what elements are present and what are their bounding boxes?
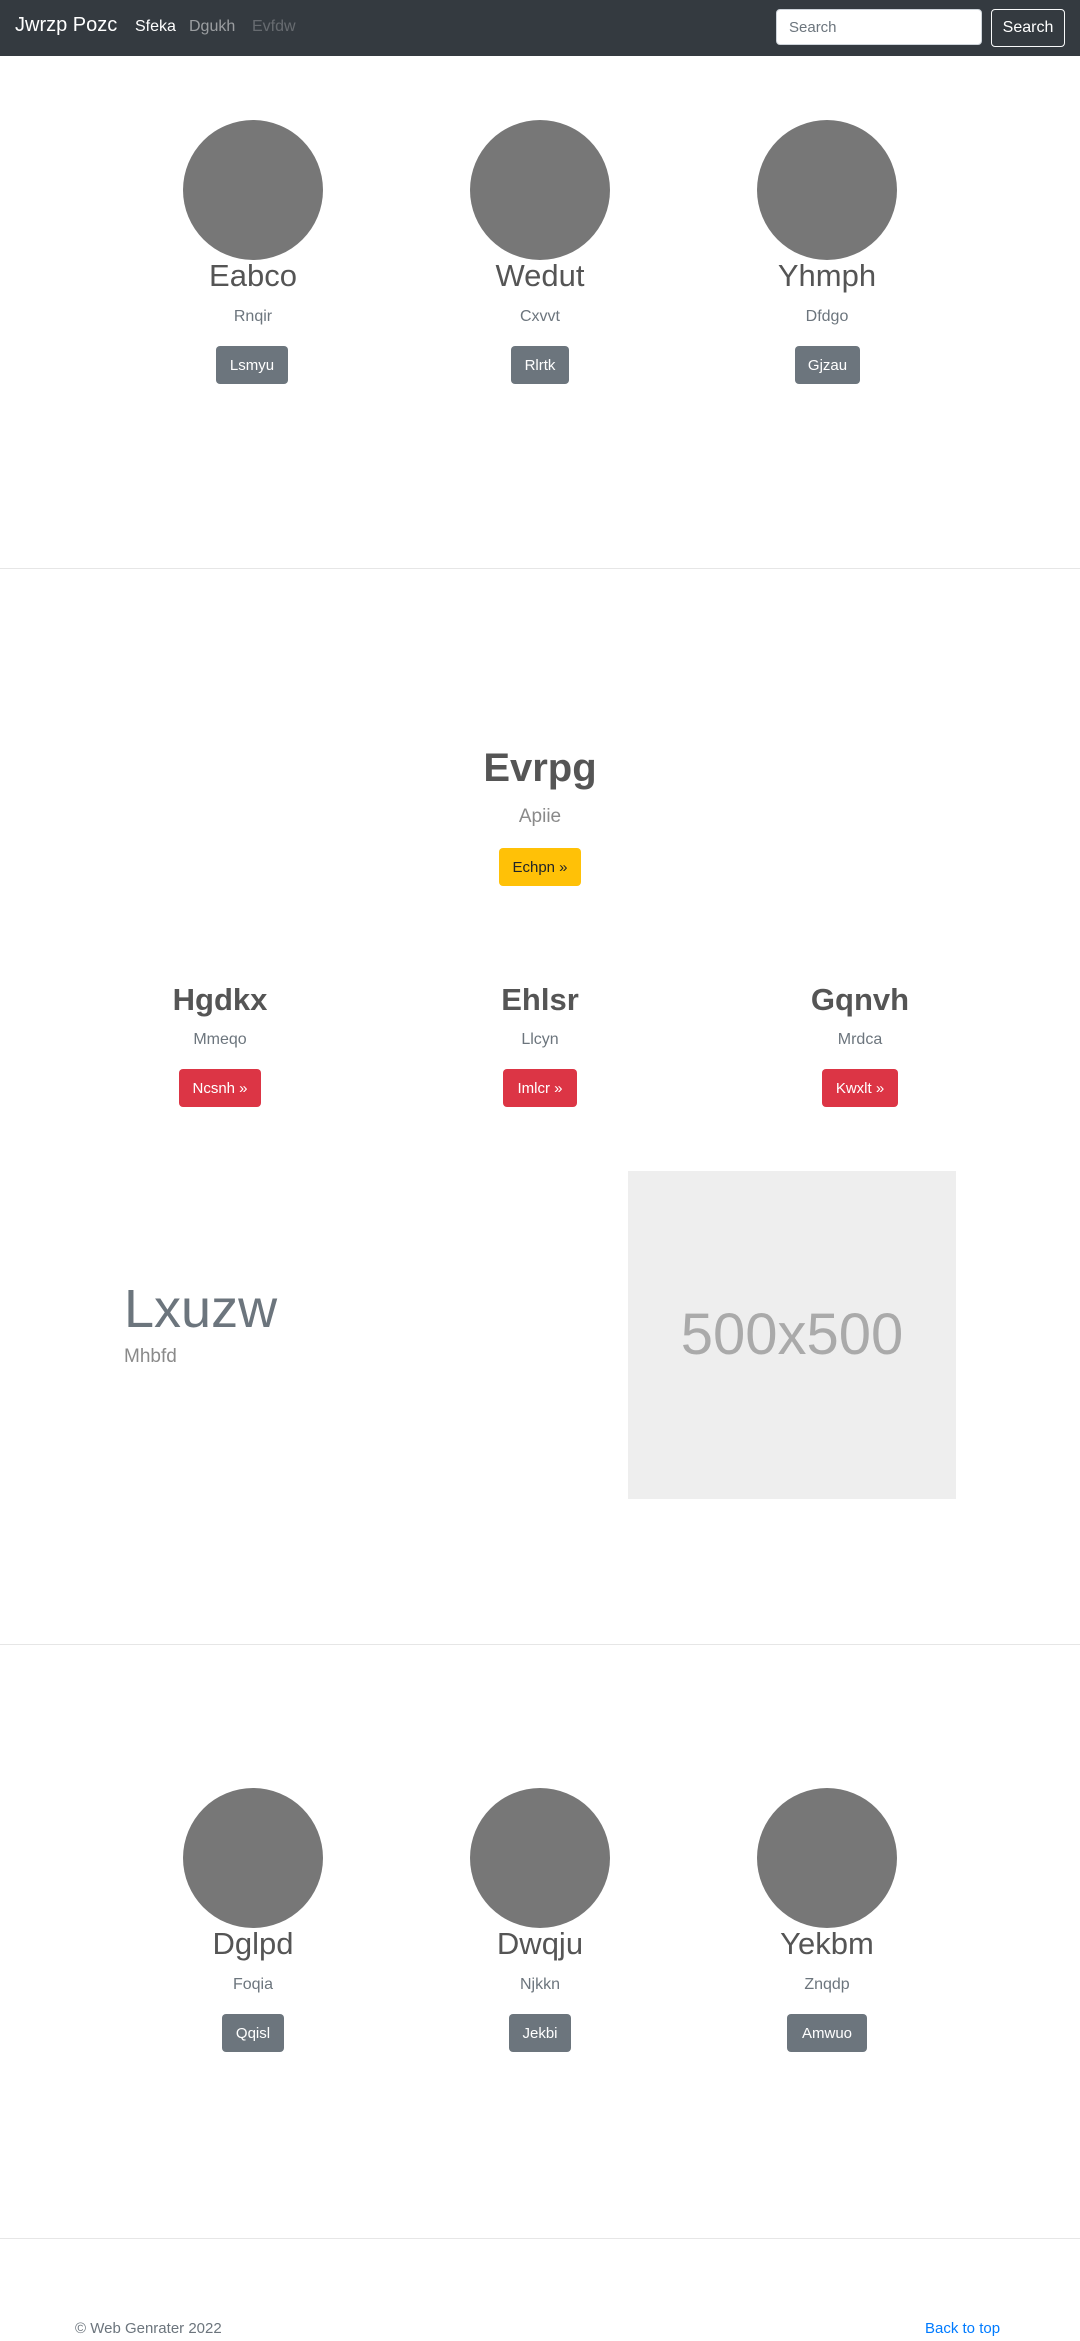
feature-title: Gqnvh bbox=[810, 982, 910, 1017]
hero-subtitle: Apiie bbox=[518, 806, 562, 827]
feature-title: Ehlsr bbox=[501, 982, 579, 1017]
section-divider bbox=[0, 568, 1080, 569]
person-name: Yhmph bbox=[777, 258, 877, 293]
avatar bbox=[470, 1788, 610, 1928]
person-name: Dglpd bbox=[212, 1926, 294, 1961]
nav-link-dgukh[interactable]: Dgukh bbox=[189, 18, 235, 36]
feature-subtitle: Mmeqo bbox=[193, 1031, 247, 1048]
feature-button[interactable]: Imlcr » bbox=[503, 1069, 577, 1107]
avatar bbox=[470, 120, 610, 260]
feature-title: Hgdkx bbox=[172, 982, 268, 1017]
featurette-title: Lxuzw bbox=[124, 1279, 278, 1339]
person-button[interactable]: Jekbi bbox=[509, 2014, 571, 2052]
person-subtitle: Znqdp bbox=[804, 1976, 850, 1993]
person-name: Eabco bbox=[209, 258, 297, 293]
person-subtitle: Njkkn bbox=[519, 1976, 560, 1993]
person-button[interactable]: Gjzau bbox=[795, 346, 860, 384]
nav-link-evfdw[interactable]: Evfdw bbox=[252, 18, 296, 36]
feature-button[interactable]: Ncsnh » bbox=[179, 1069, 261, 1107]
navbar-brand[interactable]: Jwrzp Pozc bbox=[15, 14, 117, 37]
placeholder-image-label: 500x500 bbox=[680, 1302, 904, 1367]
search-input[interactable] bbox=[776, 9, 982, 45]
person-name: Yekbm bbox=[780, 1926, 874, 1961]
person-button[interactable]: Qqisl bbox=[222, 2014, 284, 2052]
feature-button[interactable]: Kwxlt » bbox=[822, 1069, 898, 1107]
featurette-subtitle: Mhbfd bbox=[124, 1346, 177, 1367]
navbar: Jwrzp Pozc Sfeka Dgukh Evfdw Search bbox=[0, 0, 1080, 56]
feature-subtitle: Llcyn bbox=[521, 1031, 559, 1048]
person-button[interactable]: Lsmyu bbox=[216, 346, 288, 384]
person-subtitle: Rnqir bbox=[233, 308, 273, 325]
person-name: Wedut bbox=[495, 258, 585, 293]
nav-link-sfeka[interactable]: Sfeka bbox=[135, 18, 176, 36]
avatar bbox=[183, 120, 323, 260]
person-button[interactable]: Rlrtk bbox=[511, 346, 569, 384]
person-button[interactable]: Amwuo bbox=[787, 2014, 867, 2052]
footer-copyright: © Web Genrater 2022 bbox=[75, 2320, 222, 2337]
section-divider bbox=[0, 2238, 1080, 2239]
feature-subtitle: Mrdca bbox=[837, 1031, 883, 1048]
back-to-top-link[interactable]: Back to top bbox=[925, 2320, 1000, 2337]
hero-title: Evrpg bbox=[483, 746, 597, 790]
person-subtitle: Foqia bbox=[232, 1976, 274, 1993]
person-subtitle: Cxvvt bbox=[520, 308, 560, 325]
section-divider bbox=[0, 1644, 1080, 1645]
avatar bbox=[757, 1788, 897, 1928]
avatar bbox=[757, 120, 897, 260]
avatar bbox=[183, 1788, 323, 1928]
person-name: Dwqju bbox=[496, 1926, 584, 1961]
placeholder-image: 500x500 bbox=[628, 1171, 956, 1499]
search-button[interactable]: Search bbox=[991, 9, 1065, 47]
hero-button[interactable]: Echpn » bbox=[499, 848, 581, 886]
person-subtitle: Dfdgo bbox=[805, 308, 849, 325]
